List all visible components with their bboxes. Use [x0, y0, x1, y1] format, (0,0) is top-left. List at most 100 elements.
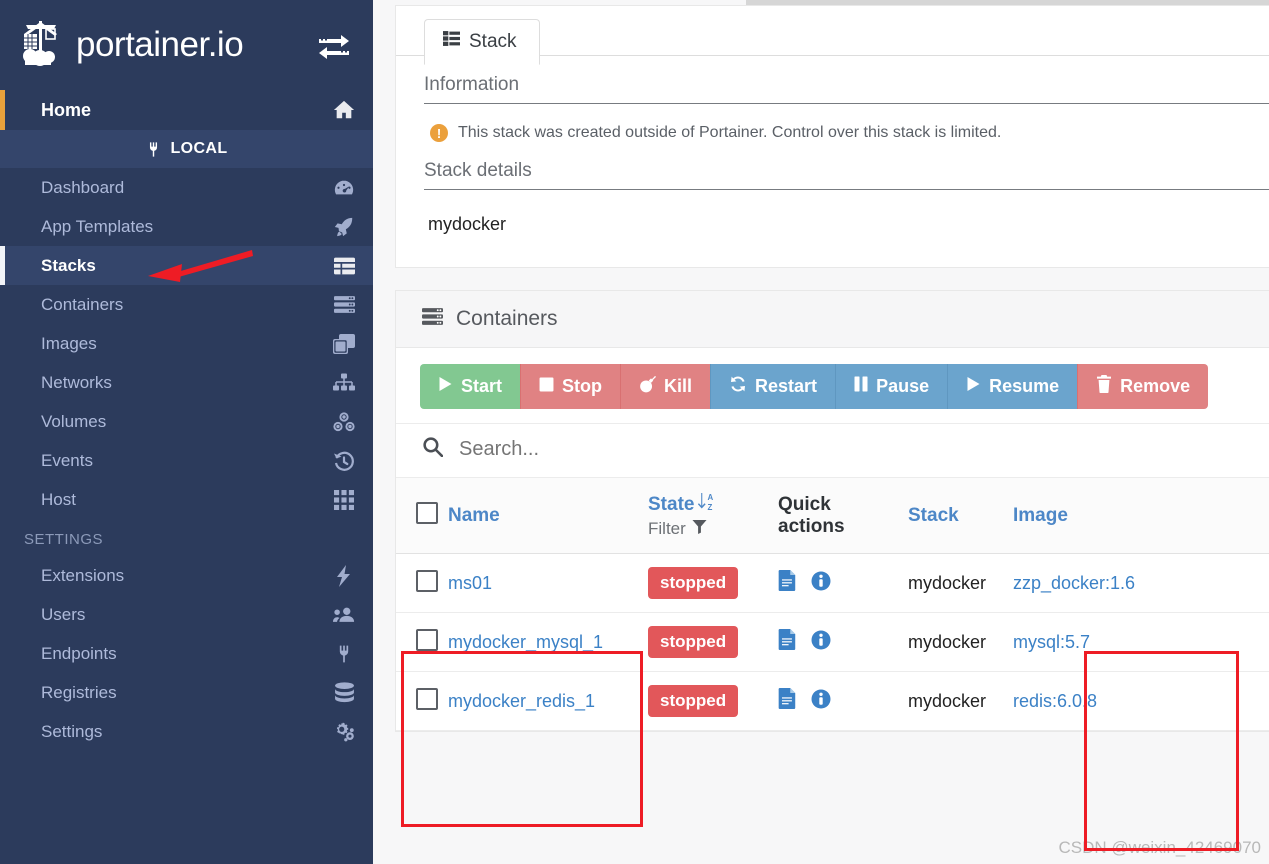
- sidebar-item-images[interactable]: Images: [0, 324, 373, 363]
- search-input[interactable]: [459, 438, 1059, 461]
- logs-file-icon[interactable]: [778, 570, 797, 596]
- switch-endpoint-icon[interactable]: [317, 30, 351, 60]
- images-icon: [333, 333, 355, 355]
- row-name-cell[interactable]: mydocker_mysql_1: [448, 612, 648, 672]
- row-name-cell[interactable]: ms01: [448, 553, 648, 613]
- row-stack-cell: mydocker: [908, 553, 1013, 613]
- sort-alpha-desc-icon[interactable]: A Z: [698, 492, 715, 517]
- inspect-info-icon[interactable]: [811, 630, 831, 655]
- inspect-info-icon[interactable]: [811, 571, 831, 596]
- container-image-link[interactable]: mysql:5.7: [1013, 632, 1090, 652]
- start-button[interactable]: Start: [420, 364, 521, 409]
- container-name-link[interactable]: ms01: [448, 573, 492, 593]
- sidebar-item-label: Containers: [41, 294, 124, 314]
- sidebar-item-label: Dashboard: [41, 177, 125, 197]
- container-name-link[interactable]: mydocker_mysql_1: [448, 632, 603, 652]
- sidebar-item-extensions[interactable]: Extensions: [0, 556, 373, 595]
- stack-panel-body: Information ! This stack was created out…: [396, 56, 1269, 267]
- row-checkbox[interactable]: [416, 628, 438, 651]
- kill-button[interactable]: Kill: [620, 364, 711, 409]
- funnel-icon[interactable]: [692, 519, 707, 539]
- tab-stack[interactable]: Stack: [424, 19, 540, 65]
- column-header-quick-actions: Quick actions: [778, 478, 908, 554]
- sidebar-item-networks[interactable]: Networks: [0, 363, 373, 402]
- logs-file-icon[interactable]: [778, 629, 797, 655]
- sidebar-item-label: App Templates: [41, 216, 154, 236]
- sidebar-item-volumes[interactable]: Volumes: [0, 402, 373, 441]
- select-all-header[interactable]: [396, 478, 448, 554]
- row-image-cell[interactable]: redis:6.0.8: [1013, 671, 1163, 731]
- sidebar-item-dashboard[interactable]: Dashboard: [0, 168, 373, 207]
- column-header-state[interactable]: State A Z Filter: [648, 478, 778, 554]
- row-quick-actions-cell[interactable]: [778, 612, 908, 672]
- container-name-link[interactable]: mydocker_redis_1: [448, 691, 595, 711]
- rocket-icon: [333, 216, 355, 238]
- sidebar-nav-list: Dashboard App Templates Stacks Containers Im…: [0, 168, 373, 519]
- bomb-icon: [639, 375, 657, 398]
- row-select-cell[interactable]: [396, 612, 448, 672]
- row-image-cell[interactable]: mysql:5.7: [1013, 612, 1163, 672]
- search-row[interactable]: [396, 423, 1269, 478]
- column-header-image[interactable]: Image: [1013, 478, 1163, 554]
- row-checkbox[interactable]: [416, 687, 438, 710]
- row-state-cell: stopped: [648, 553, 778, 613]
- status-badge: stopped: [648, 626, 739, 658]
- row-quick-actions-cell[interactable]: [778, 553, 908, 613]
- sidebar-item-label: Host: [41, 489, 76, 509]
- stop-button[interactable]: Stop: [520, 364, 621, 409]
- sidebar-item-label: Extensions: [41, 565, 125, 585]
- information-heading: Information: [424, 74, 1269, 104]
- stack-information-message: ! This stack was created outside of Port…: [424, 118, 1269, 160]
- resume-button[interactable]: Resume: [947, 364, 1078, 409]
- sidebar-item-label: Registries: [41, 682, 117, 702]
- remove-button[interactable]: Remove: [1077, 364, 1209, 409]
- sidebar-local-label: LOCAL: [170, 140, 228, 157]
- pause-button[interactable]: Pause: [835, 364, 948, 409]
- sidebar-item-events[interactable]: Events: [0, 441, 373, 480]
- column-header-name[interactable]: Name: [448, 478, 648, 554]
- restart-button[interactable]: Restart: [710, 364, 836, 409]
- containers-table: Name State A Z Filter Quick actions Stac…: [396, 478, 1269, 731]
- sidebar-item-stacks[interactable]: Stacks: [0, 246, 373, 285]
- containers-panel-header: Containers: [396, 291, 1269, 348]
- svg-text:Z: Z: [708, 503, 713, 511]
- play-icon: [966, 376, 981, 397]
- horizontal-scrollbar[interactable]: [746, 0, 1269, 5]
- row-quick-actions-cell[interactable]: [778, 671, 908, 731]
- sidebar-item-home[interactable]: Home: [0, 90, 373, 130]
- sidebar-item-registries[interactable]: Registries: [0, 673, 373, 712]
- table-row[interactable]: mydocker_redis_1 stopped mydocker redis:6.0…: [396, 671, 1269, 731]
- select-all-checkbox[interactable]: [416, 501, 438, 524]
- container-image-link[interactable]: zzp_docker:1.6: [1013, 573, 1135, 593]
- inspect-info-icon[interactable]: [811, 689, 831, 714]
- restart-icon: [729, 375, 747, 398]
- sidebar-item-containers[interactable]: Containers: [0, 285, 373, 324]
- container-image-link[interactable]: redis:6.0.8: [1013, 691, 1097, 711]
- sidebar-item-app-templates[interactable]: App Templates: [0, 207, 373, 246]
- sidebar-item-settings[interactable]: Settings: [0, 712, 373, 751]
- containers-icon: [333, 294, 355, 316]
- sidebar-item-users[interactable]: Users: [0, 595, 373, 634]
- logs-file-icon[interactable]: [778, 688, 797, 714]
- tab-stack-label: Stack: [469, 30, 517, 52]
- events-icon: [333, 450, 355, 472]
- row-name-cell[interactable]: mydocker_redis_1: [448, 671, 648, 731]
- row-image-cell[interactable]: zzp_docker:1.6: [1013, 553, 1163, 613]
- watermark: CSDN @weixin_42469070: [1058, 838, 1261, 857]
- row-checkbox[interactable]: [416, 569, 438, 592]
- button-label: Restart: [755, 376, 818, 396]
- table-row[interactable]: ms01 stopped mydocker zzp_docker:1.6: [396, 553, 1269, 613]
- brand-header[interactable]: portainer.io: [0, 0, 373, 90]
- column-header-created-partial[interactable]: [1163, 478, 1269, 554]
- column-header-stack[interactable]: Stack: [908, 478, 1013, 554]
- row-select-cell[interactable]: [396, 671, 448, 731]
- networks-icon: [333, 372, 355, 394]
- containers-panel-title: Containers: [456, 307, 558, 330]
- row-select-cell[interactable]: [396, 553, 448, 613]
- sidebar: portainer.io Home LOCAL Dashboard App Te…: [0, 0, 373, 864]
- play-icon: [438, 376, 453, 397]
- table-row[interactable]: mydocker_mysql_1 stopped mydocker mysql:5.7: [396, 612, 1269, 672]
- row-state-cell: stopped: [648, 671, 778, 731]
- sidebar-item-endpoints[interactable]: Endpoints: [0, 634, 373, 673]
- sidebar-item-host[interactable]: Host: [0, 480, 373, 519]
